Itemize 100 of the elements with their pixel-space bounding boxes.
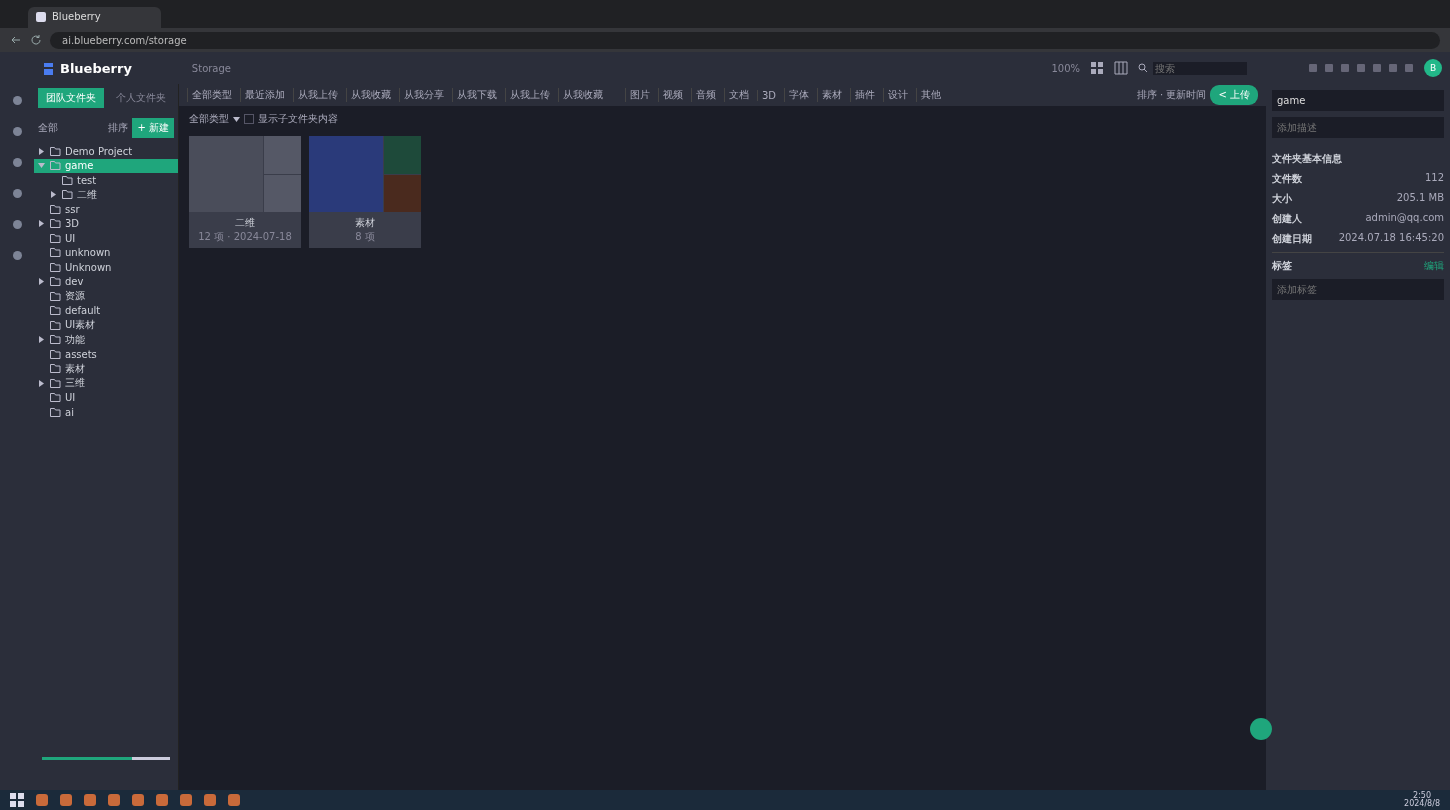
description-field[interactable]: 添加描述: [1272, 117, 1444, 138]
folder-item[interactable]: 功能: [34, 332, 178, 347]
name-field[interactable]: game: [1272, 90, 1444, 111]
folder-icon: [50, 393, 61, 403]
caret-icon[interactable]: [38, 278, 45, 286]
folder-icon: [50, 161, 61, 171]
caret-down-icon[interactable]: [233, 116, 240, 122]
taskbar-app-icon[interactable]: [132, 794, 144, 806]
sort-dropdown[interactable]: 排序 · 更新时间: [1136, 88, 1207, 102]
folder-icon: [50, 262, 61, 272]
filter-button[interactable]: 音频: [691, 88, 720, 102]
folder-item[interactable]: 素材: [34, 361, 178, 376]
sidebar-nav-icon[interactable]: [12, 220, 22, 229]
folder-icon: [50, 349, 61, 359]
taskbar-app-icon[interactable]: [36, 794, 48, 806]
folder-icon: [62, 175, 73, 185]
card-meta: 8 项: [354, 230, 376, 244]
card-title: 二维: [234, 216, 256, 230]
folder-icon: [50, 378, 61, 388]
folder-item[interactable]: dev: [34, 274, 178, 289]
filter-button[interactable]: 3D: [757, 89, 781, 101]
search-icon[interactable]: [1138, 63, 1148, 73]
folder-icon: [50, 335, 61, 345]
folder-item[interactable]: ssr: [34, 202, 178, 217]
sidebar-nav-icon[interactable]: [12, 127, 22, 136]
taskbar-app-icon[interactable]: [228, 794, 240, 806]
folder-icon: [50, 146, 61, 156]
folder-item[interactable]: ai: [34, 405, 178, 420]
tags-label: 标签: [1272, 259, 1292, 273]
folder-item[interactable]: Unknown: [34, 260, 178, 275]
address-field[interactable]: ai.blueberry.com/storage: [50, 31, 1440, 49]
folder-item[interactable]: 二维: [34, 187, 178, 202]
page-icon: [36, 11, 46, 22]
checkbox[interactable]: [244, 114, 254, 124]
filter-button[interactable]: 文档: [724, 88, 753, 102]
folder-item[interactable]: 资源: [34, 289, 178, 304]
filter-button[interactable]: 视频: [658, 88, 687, 102]
start-icon[interactable]: [10, 793, 24, 807]
search-field[interactable]: 搜索: [1153, 61, 1247, 75]
edit-tags-link[interactable]: 编辑: [1424, 259, 1444, 273]
sidebar-nav-icon[interactable]: [12, 251, 22, 260]
filter-button[interactable]: 字体: [784, 88, 814, 102]
taskbar-app-icon[interactable]: [156, 794, 168, 806]
folder-item[interactable]: UI: [34, 390, 178, 405]
grid-view-icon[interactable]: [1090, 61, 1104, 75]
caret-icon[interactable]: [38, 220, 45, 228]
filter-button[interactable]: 图片: [625, 88, 654, 102]
folder-item[interactable]: 3D: [34, 216, 178, 231]
zoom-level: 100%: [1051, 62, 1080, 74]
sidebar-nav-icon[interactable]: [12, 96, 22, 105]
folder-item[interactable]: unknown: [34, 245, 178, 260]
filter-button[interactable]: 从我收藏: [558, 88, 607, 102]
filter-button[interactable]: 从我收藏: [346, 88, 395, 102]
folder-item[interactable]: test: [34, 173, 178, 188]
sidebar-nav-icon[interactable]: [12, 189, 22, 198]
folder-card[interactable]: 二维 12 项 · 2024-07-18: [189, 136, 301, 248]
folder-item[interactable]: 三维: [34, 376, 178, 391]
property-label: 大小: [1272, 192, 1292, 206]
folder-item[interactable]: UI: [34, 231, 178, 246]
taskbar-app-icon[interactable]: [204, 794, 216, 806]
folder-icon: [50, 291, 61, 301]
back-icon[interactable]: [10, 34, 22, 46]
folder-icon: [50, 306, 61, 316]
caret-icon[interactable]: [50, 191, 57, 199]
type-dropdown[interactable]: 全部类型: [189, 112, 229, 126]
filter-button[interactable]: 最近添加: [240, 88, 289, 102]
taskbar-app-icon[interactable]: [60, 794, 72, 806]
filter-button[interactable]: 插件: [850, 88, 880, 102]
caret-icon[interactable]: [38, 336, 45, 344]
sort-label[interactable]: 排序: [108, 121, 129, 135]
taskbar-app-icon[interactable]: [108, 794, 120, 806]
breadcrumb[interactable]: Storage: [191, 62, 231, 74]
tag-field[interactable]: 添加标签: [1272, 279, 1444, 300]
reload-icon[interactable]: [30, 34, 42, 46]
property-label: 创建人: [1272, 212, 1302, 226]
folder-tab[interactable]: 个人文件夹: [108, 88, 174, 108]
folder-item[interactable]: Demo Project: [34, 144, 178, 159]
app-logo: Blueberry: [60, 60, 132, 76]
taskbar-app-icon[interactable]: [84, 794, 96, 806]
folder-card[interactable]: 素材 8 项: [309, 136, 421, 248]
folder-item[interactable]: UI素材: [34, 318, 178, 333]
help-button[interactable]: [1250, 718, 1272, 740]
property-label: 创建日期: [1272, 232, 1312, 246]
columns-icon[interactable]: [1114, 61, 1128, 75]
folder-item[interactable]: default: [34, 303, 178, 318]
filter-button[interactable]: 从我分享: [399, 88, 448, 102]
folder-icon: [50, 407, 61, 417]
folder-item[interactable]: assets: [34, 347, 178, 362]
sidebar-nav-icon[interactable]: [12, 158, 22, 167]
folder-icon: [50, 204, 61, 214]
filter-button[interactable]: 从我下载: [452, 88, 501, 102]
filter-button[interactable]: 全部类型: [187, 88, 236, 102]
filter-button[interactable]: 从我上传: [293, 88, 342, 102]
filter-button[interactable]: 其他: [916, 88, 946, 102]
filter-button[interactable]: 素材: [817, 88, 847, 102]
filter-button[interactable]: 从我上传: [505, 88, 554, 102]
caret-icon[interactable]: [38, 379, 45, 387]
browser-tab[interactable]: Blueberry: [28, 7, 161, 28]
taskbar-app-icon[interactable]: [180, 794, 192, 806]
filter-button[interactable]: 设计: [883, 88, 913, 102]
